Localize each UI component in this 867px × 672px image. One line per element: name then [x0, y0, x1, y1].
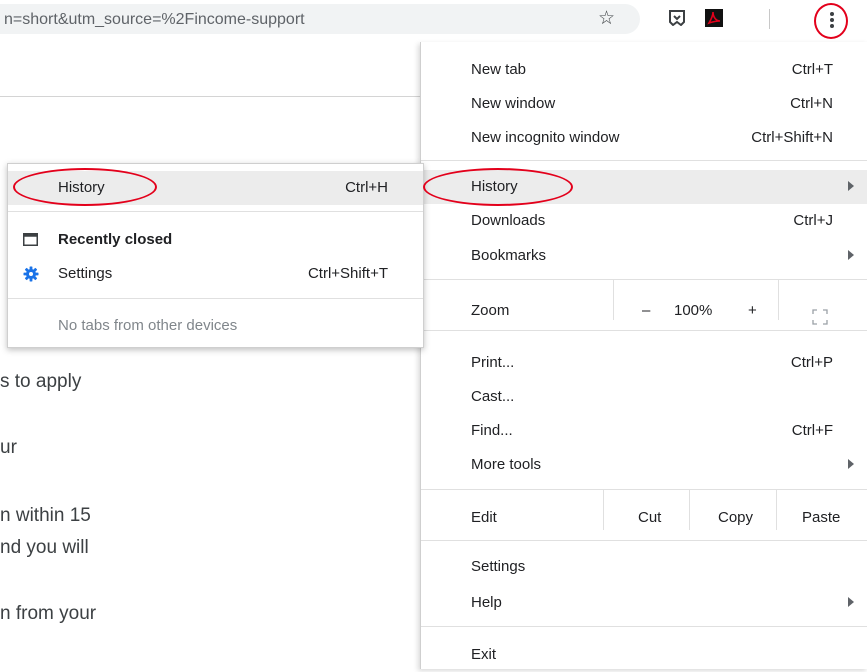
menu-separator: [421, 330, 867, 331]
menu-item-shortcut: Ctrl+F: [791, 422, 833, 439]
address-bar[interactable]: n=short&utm_source=%2Fincome-support ☆: [0, 4, 640, 34]
zoom-level: 100%: [674, 302, 713, 319]
star-icon[interactable]: ☆: [598, 9, 615, 29]
menu-item-find[interactable]: Find... Ctrl+F: [421, 414, 867, 448]
menu-item-downloads[interactable]: Downloads Ctrl+J: [421, 204, 867, 238]
submenu-item-label: Recently closed: [58, 231, 173, 248]
page-text-line: ur: [0, 437, 17, 458]
edit-divider: [689, 490, 690, 530]
toolbar-separator: [769, 9, 770, 29]
submenu-item-label: No tabs from other devices: [58, 317, 238, 334]
chrome-main-menu: New tab Ctrl+T New window Ctrl+N New inc…: [420, 42, 867, 669]
cut-button[interactable]: Cut: [638, 509, 661, 526]
adobe-acrobat-icon[interactable]: [705, 9, 723, 27]
submenu-item-settings[interactable]: Settings Ctrl+Shift+T: [8, 257, 423, 291]
menu-item-shortcut: Ctrl+N: [790, 95, 833, 112]
menu-item-cast[interactable]: Cast...: [421, 380, 867, 414]
menu-item-label: New window: [471, 95, 556, 112]
menu-item-label: New tab: [471, 61, 527, 78]
menu-item-label: Edit: [471, 509, 497, 526]
zoom-out-button[interactable]: –: [642, 302, 650, 319]
gear-icon: [23, 266, 39, 282]
menu-item-help[interactable]: Help: [421, 586, 867, 620]
menu-item-label: Zoom: [471, 302, 510, 319]
menu-item-new-incognito-window[interactable]: New incognito window Ctrl+Shift+N: [421, 121, 867, 155]
menu-item-new-window[interactable]: New window Ctrl+N: [421, 87, 867, 121]
submenu-history-highlight-oval: [13, 168, 157, 206]
submenu-separator: [8, 211, 423, 212]
submenu-arrow-icon: [848, 459, 854, 469]
menu-item-label: Help: [471, 594, 502, 611]
zoom-divider: [778, 280, 779, 320]
page-text-line: nd you will: [0, 537, 89, 558]
menu-item-label: Bookmarks: [471, 247, 547, 264]
page-text-line: n within 15: [0, 505, 91, 526]
menu-item-label: Downloads: [471, 212, 546, 229]
menu-item-label: Exit: [471, 646, 497, 663]
menu-item-bookmarks[interactable]: Bookmarks: [421, 239, 867, 273]
submenu-arrow-icon: [848, 181, 854, 191]
submenu-separator: [8, 298, 423, 299]
menu-item-exit[interactable]: Exit: [421, 638, 867, 672]
submenu-item-shortcut: Ctrl+Shift+T: [307, 265, 388, 282]
tab-window-icon: [23, 233, 38, 246]
submenu-item-no-tabs: No tabs from other devices: [8, 309, 423, 343]
page-text-line: n from your: [0, 603, 97, 624]
menu-item-label: Print...: [471, 354, 515, 371]
menu-item-shortcut: Ctrl+P: [790, 354, 833, 371]
menu-item-shortcut: Ctrl+J: [793, 212, 833, 229]
submenu-item-label: Settings: [58, 265, 113, 282]
address-bar-url: n=short&utm_source=%2Fincome-support: [4, 11, 305, 28]
menu-item-label: Settings: [471, 558, 526, 575]
menu-separator: [421, 540, 867, 541]
menu-separator: [421, 626, 867, 627]
zoom-divider: [613, 280, 614, 320]
menu-item-print[interactable]: Print... Ctrl+P: [421, 346, 867, 380]
menu-history-highlight-oval: [423, 168, 573, 206]
page-divider: [0, 96, 420, 97]
menu-item-label: Find...: [471, 422, 513, 439]
submenu-item-recently-closed: Recently closed: [8, 223, 423, 257]
copy-button[interactable]: Copy: [718, 509, 753, 526]
submenu-item-shortcut: Ctrl+H: [345, 179, 388, 196]
fullscreen-icon[interactable]: [812, 309, 828, 325]
submenu-arrow-icon: [848, 250, 854, 260]
ghostery-extension-icon[interactable]: [669, 10, 685, 26]
menu-item-shortcut: Ctrl+T: [791, 61, 833, 78]
kebab-highlight-oval: [814, 3, 848, 39]
menu-item-label: More tools: [471, 456, 542, 473]
edit-divider: [776, 490, 777, 530]
menu-item-label: Cast...: [471, 388, 515, 405]
browser-toolbar: n=short&utm_source=%2Fincome-support ☆: [0, 0, 867, 40]
edit-divider: [603, 490, 604, 530]
menu-item-more-tools[interactable]: More tools: [421, 448, 867, 482]
menu-item-new-tab[interactable]: New tab Ctrl+T: [421, 53, 867, 87]
paste-button[interactable]: Paste: [802, 509, 840, 526]
zoom-in-button[interactable]: +: [748, 302, 757, 319]
menu-item-settings[interactable]: Settings: [421, 550, 867, 584]
menu-item-label: New incognito window: [471, 129, 620, 146]
page-text-line: s to apply: [0, 371, 82, 392]
menu-separator: [421, 160, 867, 161]
submenu-arrow-icon: [848, 597, 854, 607]
menu-item-shortcut: Ctrl+Shift+N: [751, 129, 833, 146]
